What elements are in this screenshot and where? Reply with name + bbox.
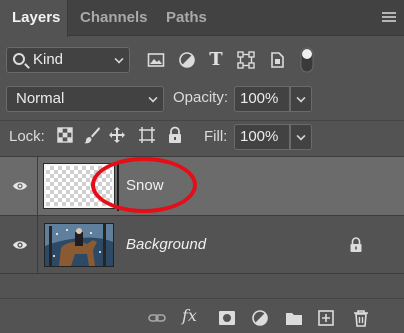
eye-icon xyxy=(13,182,27,190)
lock-all-icon[interactable] xyxy=(166,126,184,144)
tab-channels[interactable]: Channels xyxy=(68,0,154,36)
filter-kind-select[interactable]: Kind xyxy=(6,47,130,73)
tab-layers[interactable]: Layers xyxy=(0,0,68,37)
layer-row-background[interactable]: Background xyxy=(0,216,404,274)
fx-icon[interactable]: fx xyxy=(182,306,200,325)
chevron-down-icon xyxy=(148,93,158,103)
new-layer-icon[interactable] xyxy=(317,309,335,327)
fill-value: 100% xyxy=(240,128,279,145)
panel-footer: fx xyxy=(0,298,404,333)
tab-paths[interactable]: Paths xyxy=(154,0,222,36)
blend-mode-select[interactable]: Normal xyxy=(6,86,164,112)
pixel-layer-filter-icon[interactable] xyxy=(147,51,165,69)
lock-position-move-icon[interactable] xyxy=(108,126,126,144)
smart-object-filter-icon[interactable] xyxy=(268,51,286,69)
layer-thumbnail[interactable] xyxy=(44,223,114,267)
layers-panel: Layers Channels Paths Kind T Normal Opac… xyxy=(0,0,404,333)
blend-mode-value: Normal xyxy=(16,90,65,107)
shape-filter-icon[interactable] xyxy=(237,51,255,69)
lock-label: Lock: xyxy=(9,128,45,145)
adjustment-layer-icon[interactable] xyxy=(251,309,269,327)
opacity-value: 100% xyxy=(240,90,279,107)
opacity-label: Opacity: xyxy=(173,89,229,106)
lock-image-pixels-brush-icon[interactable] xyxy=(83,126,101,144)
lock-artboard-icon[interactable] xyxy=(138,126,156,144)
filter-toggle-icon[interactable] xyxy=(300,47,314,73)
layer-row-snow[interactable]: Snow xyxy=(0,157,404,216)
lock-icon[interactable] xyxy=(349,237,363,253)
visibility-toggle[interactable] xyxy=(0,157,38,215)
chevron-down-icon xyxy=(296,131,306,141)
visibility-toggle[interactable] xyxy=(0,216,38,273)
chevron-down-icon xyxy=(296,93,306,103)
panel-menu-icon[interactable] xyxy=(382,12,396,24)
annotation-circle xyxy=(91,157,197,213)
layers-list: Snow Background xyxy=(0,156,404,296)
search-icon xyxy=(13,53,25,65)
divider xyxy=(0,120,404,121)
filter-kind-value: Kind xyxy=(33,51,64,68)
chevron-down-icon xyxy=(114,54,124,64)
fill-dropdown-button[interactable] xyxy=(290,124,312,150)
opacity-input[interactable]: 100% xyxy=(234,86,290,112)
lock-transparent-pixels-icon[interactable] xyxy=(56,126,74,144)
layer-name[interactable]: Background xyxy=(126,236,206,253)
type-filter-icon[interactable]: T xyxy=(207,51,225,69)
add-mask-icon[interactable] xyxy=(218,309,236,327)
trash-icon[interactable] xyxy=(352,309,370,327)
opacity-dropdown-button[interactable] xyxy=(290,86,312,112)
background-photo-thumbnail xyxy=(45,224,113,266)
adjustment-filter-icon[interactable] xyxy=(178,51,196,69)
fill-input[interactable]: 100% xyxy=(234,124,290,150)
new-group-icon[interactable] xyxy=(285,309,303,327)
link-layers-icon[interactable] xyxy=(148,309,166,327)
eye-icon xyxy=(13,241,27,249)
fill-label: Fill: xyxy=(204,128,228,145)
tab-bar: Layers Channels Paths xyxy=(0,0,404,37)
